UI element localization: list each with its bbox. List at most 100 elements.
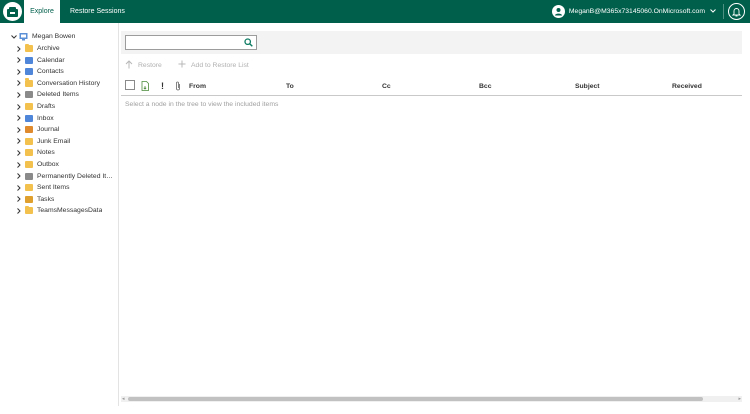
add-to-restore-list-label: Add to Restore List <box>191 61 249 69</box>
chevron-right-icon[interactable] <box>15 136 23 147</box>
chevron-right-icon[interactable] <box>15 171 23 182</box>
paperclip-icon[interactable] <box>175 76 181 96</box>
tree-item[interactable]: TeamsMessagesData <box>15 205 102 216</box>
topbar-divider <box>723 4 724 19</box>
tree-item[interactable]: Outbox <box>15 159 59 170</box>
chevron-right-icon[interactable] <box>15 89 23 100</box>
tree-label: Conversation History <box>37 79 101 87</box>
chevron-right-icon[interactable] <box>15 113 23 124</box>
search-icon[interactable] <box>244 38 253 49</box>
tree-item[interactable]: Sent Items <box>15 182 70 193</box>
calendar-icon <box>25 56 33 64</box>
tree-label: Journal <box>37 126 60 134</box>
bell-icon <box>732 7 741 16</box>
inbox-icon <box>25 114 33 122</box>
search-input[interactable] <box>125 35 257 50</box>
folder-icon <box>25 43 33 52</box>
tab-restore-sessions[interactable]: Restore Sessions <box>62 0 133 23</box>
chevron-right-icon[interactable] <box>15 159 23 170</box>
tree-label: Megan Bowen <box>32 33 76 40</box>
scroll-right-icon[interactable]: ▸ <box>738 396 741 402</box>
folder-icon <box>25 78 33 87</box>
chevron-right-icon[interactable] <box>15 66 23 77</box>
notes-icon <box>25 149 33 157</box>
tree-item[interactable]: Archive <box>15 43 60 54</box>
outbox-icon <box>25 161 33 168</box>
column-subject[interactable]: Subject <box>575 76 600 96</box>
drafts-icon <box>25 103 33 110</box>
chevron-right-icon[interactable] <box>15 147 23 158</box>
tree-root-mailbox[interactable]: Megan Bowen <box>10 31 75 42</box>
tree-label: Deleted Items <box>37 91 79 99</box>
column-bcc[interactable]: Bcc <box>479 76 491 96</box>
tree-label: Junk Email <box>37 137 71 145</box>
chevron-right-icon[interactable] <box>15 43 23 54</box>
tree-item[interactable]: Drafts <box>15 101 55 112</box>
mailbox-tree: Megan Bowen Archive Calendar Contacts Conve… <box>0 23 119 406</box>
tree-item[interactable]: Journal <box>15 124 59 135</box>
trash-icon <box>25 172 33 180</box>
plus-icon <box>178 60 186 70</box>
chevron-right-icon[interactable] <box>15 124 23 135</box>
user-email: MeganB@M365x73145060.OnMicrosoft.com <box>568 8 705 15</box>
chevron-right-icon[interactable] <box>15 182 23 193</box>
user-menu[interactable]: MeganB@M365x73145060.OnMicrosoft.com <box>551 0 716 23</box>
junk-icon <box>25 137 33 145</box>
column-cc[interactable]: Cc <box>382 76 391 96</box>
user-mailbox-icon <box>19 32 28 41</box>
column-to[interactable]: To <box>286 76 294 96</box>
column-from[interactable]: From <box>189 76 206 96</box>
tree-label: Drafts <box>37 103 56 110</box>
folder-icon <box>25 205 33 215</box>
top-bar: Explore Restore Sessions MeganB@M365x731… <box>0 0 750 23</box>
chevron-right-icon[interactable] <box>15 205 23 216</box>
empty-table-message: Select a node in the tree to view the in… <box>125 101 279 108</box>
contacts-icon <box>25 68 33 76</box>
scrollbar-thumb[interactable] <box>128 397 703 401</box>
tree-item[interactable]: Tasks <box>15 194 54 205</box>
tree-item[interactable]: Junk Email <box>15 136 70 147</box>
add-to-restore-list-button[interactable]: Add to Restore List <box>178 60 249 70</box>
tree-item[interactable]: Contacts <box>15 66 64 77</box>
attachment-status-icon[interactable] <box>141 76 150 96</box>
tree-label: Permanently Deleted Ite... <box>37 172 113 180</box>
restore-button[interactable]: Restore <box>125 60 162 71</box>
scroll-left-icon[interactable]: ◂ <box>122 396 125 402</box>
tree-label: Archive <box>37 45 60 52</box>
tree-item[interactable]: Calendar <box>15 55 65 66</box>
tree-item[interactable]: Permanently Deleted Ite... <box>15 171 113 182</box>
journal-icon <box>25 126 33 134</box>
select-all-checkbox[interactable] <box>125 80 135 90</box>
items-table-header: ! From To Cc Bcc Subject Received <box>121 76 742 96</box>
tree-item[interactable]: Inbox <box>15 113 54 124</box>
chevron-right-icon[interactable] <box>15 55 23 66</box>
app-logo-icon <box>3 2 22 21</box>
importance-icon[interactable]: ! <box>161 76 164 96</box>
sent-icon <box>25 184 33 192</box>
user-avatar-icon <box>551 5 565 18</box>
tab-explore[interactable]: Explore <box>24 0 60 23</box>
tree-label: TeamsMessagesData <box>37 207 103 215</box>
chevron-down-icon[interactable] <box>10 31 18 42</box>
tree-label: Contacts <box>37 68 64 76</box>
tree-item[interactable]: Deleted Items <box>15 89 79 100</box>
tree-item[interactable]: Conversation History <box>15 78 100 89</box>
tree-label: Tasks <box>37 195 55 203</box>
arrow-up-icon <box>125 60 133 71</box>
chevron-right-icon[interactable] <box>15 101 23 112</box>
notifications-button[interactable] <box>728 3 745 20</box>
tree-label: Notes <box>37 149 55 157</box>
horizontal-scrollbar[interactable]: ◂ ▸ <box>121 396 742 402</box>
column-received[interactable]: Received <box>672 76 702 96</box>
chevron-right-icon[interactable] <box>15 194 23 205</box>
chevron-right-icon[interactable] <box>15 78 23 89</box>
tasks-icon <box>25 195 33 203</box>
chevron-down-icon <box>710 8 716 15</box>
trash-icon <box>25 91 33 99</box>
tree-label: Sent Items <box>37 184 70 192</box>
tree-item[interactable]: Notes <box>15 147 55 158</box>
tree-label: Calendar <box>37 56 65 64</box>
tree-label: Inbox <box>37 114 54 122</box>
restore-label: Restore <box>138 62 162 69</box>
tree-label: Outbox <box>37 161 59 168</box>
